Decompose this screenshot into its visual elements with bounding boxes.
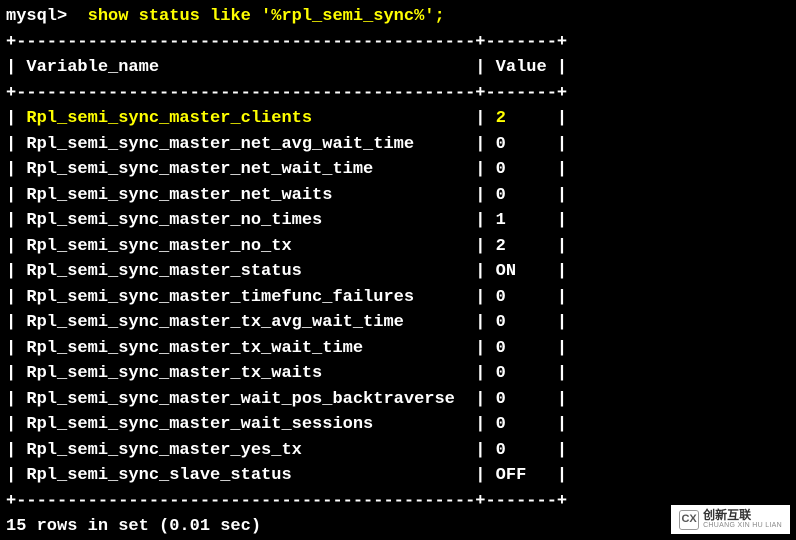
table-row: | Rpl_semi_sync_master_status | ON | [6,259,790,285]
table-divider: +---------------------------------------… [6,30,790,56]
table-cell-border: | [6,109,26,128]
table-row: | Rpl_semi_sync_master_tx_avg_wait_time … [6,310,790,336]
table-row: | Rpl_semi_sync_master_wait_pos_backtrav… [6,387,790,413]
watermark-text: 创新互联 CHUANG XIN HU LIAN [703,509,782,530]
mysql-terminal-output: mysql> show status like '%rpl_semi_sync%… [6,4,790,540]
mysql-prompt-line: mysql> show status like '%rpl_semi_sync%… [6,4,790,30]
variable-name-cell: Rpl_semi_sync_master_clients [26,109,465,128]
table-row: | Rpl_semi_sync_master_net_avg_wait_time… [6,132,790,158]
table-row: | Rpl_semi_sync_master_no_times | 1 | [6,208,790,234]
watermark-cn-text: 创新互联 [703,509,782,522]
table-row: | Rpl_semi_sync_master_tx_waits | 0 | [6,361,790,387]
table-row: | Rpl_semi_sync_slave_status | OFF | [6,463,790,489]
table-row: | Rpl_semi_sync_master_clients | 2 | [6,106,790,132]
table-row: | Rpl_semi_sync_master_no_tx | 2 | [6,234,790,260]
watermark: CX 创新互联 CHUANG XIN HU LIAN [671,505,790,534]
table-row: | Rpl_semi_sync_master_wait_sessions | 0… [6,412,790,438]
sql-command: show status like '%rpl_semi_sync%'; [77,7,444,26]
table-row: | Rpl_semi_sync_master_yes_tx | 0 | [6,438,790,464]
table-row: | Rpl_semi_sync_master_timefunc_failures… [6,285,790,311]
table-cell-border: | [547,109,567,128]
watermark-logo-icon: CX [679,510,699,530]
table-row: | Rpl_semi_sync_master_net_wait_time | 0… [6,157,790,183]
value-cell: 2 [496,109,547,128]
table-divider: +---------------------------------------… [6,81,790,107]
table-header-row: | Variable_name | Value | [6,55,790,81]
table-row: | Rpl_semi_sync_master_net_waits | 0 | [6,183,790,209]
watermark-en-text: CHUANG XIN HU LIAN [703,522,782,530]
table-cell-border: | [465,109,496,128]
table-row: | Rpl_semi_sync_master_tx_wait_time | 0 … [6,336,790,362]
mysql-prompt: mysql> [6,7,77,26]
